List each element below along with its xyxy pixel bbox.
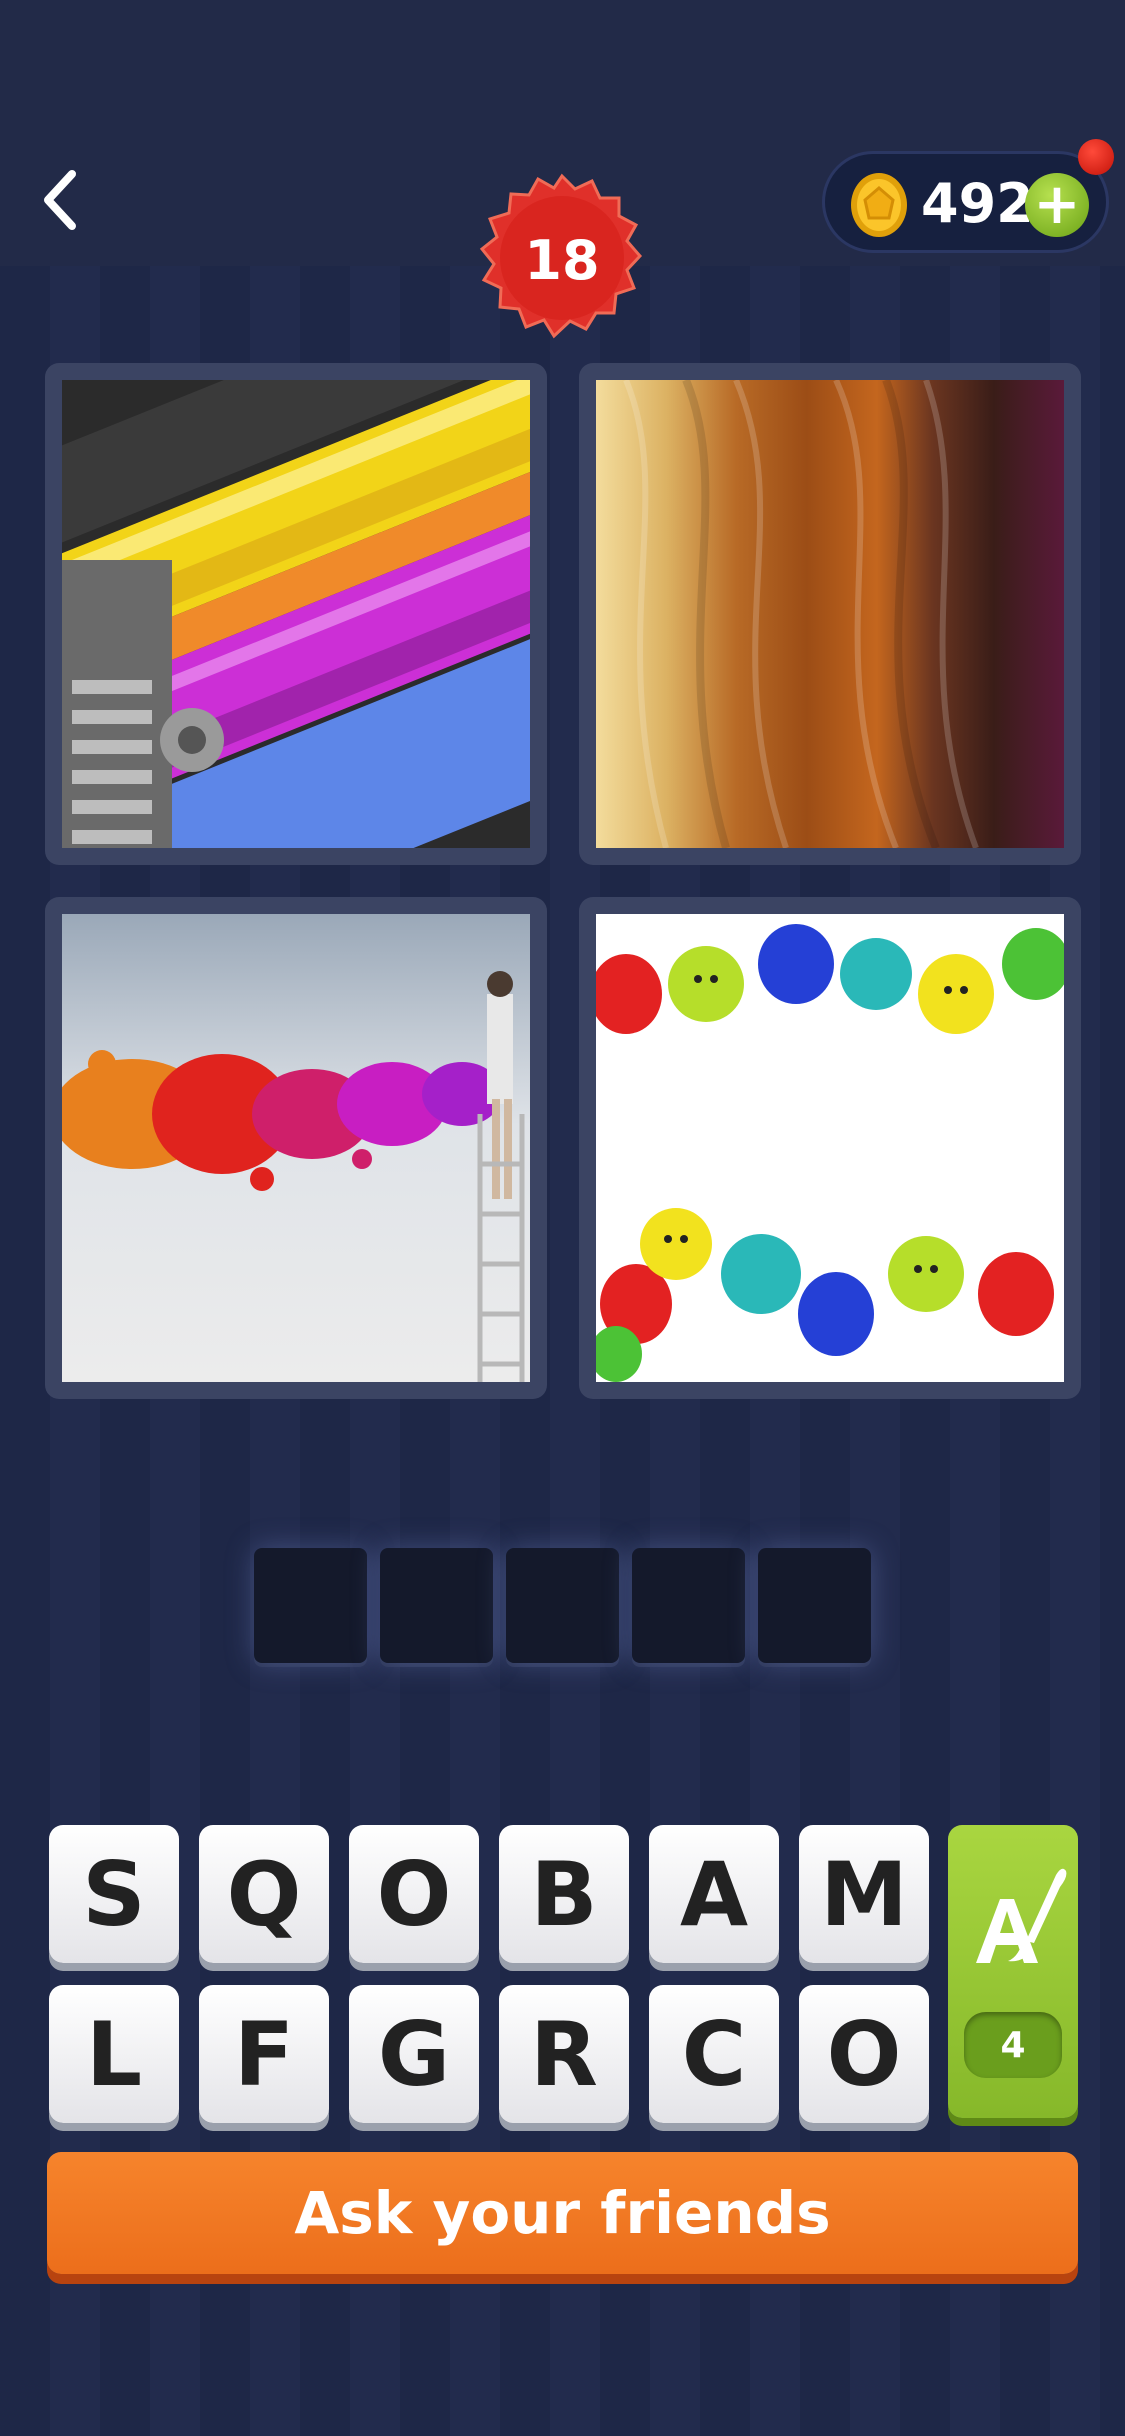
coin-balance[interactable]: 492 + [822,151,1109,253]
puzzle-image-4[interactable] [579,897,1081,1399]
coin-icon [851,173,907,237]
letter-key[interactable]: F [199,1985,329,2123]
paint-splash-picture [62,914,530,1382]
puzzle-image-3[interactable] [45,897,547,1399]
level-number: 18 [524,228,600,292]
puzzle-image-2[interactable] [579,363,1081,865]
letter-key[interactable]: O [799,1985,929,2123]
letter-key[interactable]: M [799,1825,929,1963]
level-badge: 18 [472,170,652,350]
letter-key[interactable]: B [499,1825,629,1963]
answer-slot-5[interactable] [758,1548,871,1663]
letter-key[interactable]: S [49,1825,179,1963]
add-coins-button[interactable]: + [1025,173,1089,237]
ask-friends-label: Ask your friends [294,2179,831,2247]
letter-key[interactable]: R [499,1985,629,2123]
hint-count: 4 [964,2012,1062,2078]
painted-hands-picture [596,914,1064,1382]
letter-key[interactable]: Q [199,1825,329,1963]
letter-key[interactable]: C [649,1985,779,2123]
puzzle-image-1[interactable] [45,363,547,865]
answer-slots [254,1548,874,1666]
back-button[interactable] [30,165,90,235]
chevron-left-icon [44,170,76,230]
letter-key[interactable]: A [649,1825,779,1963]
letter-key[interactable]: L [49,1985,179,2123]
hint-button[interactable]: 4 [948,1825,1078,2118]
answer-slot-1[interactable] [254,1548,367,1663]
answer-slot-2[interactable] [380,1548,493,1663]
ask-friends-button[interactable]: Ask your friends [47,2152,1078,2274]
hair-colors-picture [596,380,1064,848]
letter-key[interactable]: O [349,1825,479,1963]
letter-key[interactable]: G [349,1985,479,2123]
coin-count: 492 [921,172,1034,235]
printing-rollers-picture [62,380,530,848]
answer-slot-4[interactable] [632,1548,745,1663]
answer-slot-3[interactable] [506,1548,619,1663]
notification-dot [1078,139,1114,175]
brush-letter-a-icon [976,1868,1067,1963]
plus-icon: + [1033,172,1081,237]
